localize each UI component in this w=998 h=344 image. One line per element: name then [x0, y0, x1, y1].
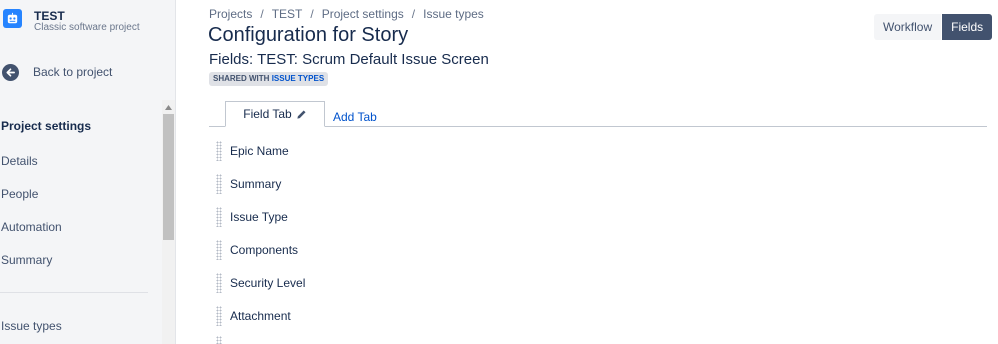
sidebar-item-details[interactable]: Details [1, 154, 38, 168]
tab-field-tab[interactable]: Field Tab [225, 101, 325, 127]
sidebar-item-summary[interactable]: Summary [1, 253, 52, 267]
project-type: Classic software project [34, 22, 140, 33]
drag-handle-icon[interactable] [216, 207, 222, 227]
drag-handle-icon[interactable] [216, 240, 222, 260]
breadcrumb: Projects / TEST / Project settings / Iss… [209, 7, 484, 21]
pencil-icon[interactable] [296, 109, 307, 120]
back-to-project-label: Back to project [33, 65, 113, 79]
scroll-up-arrow-icon[interactable] [162, 102, 175, 112]
shared-with-badge: SHARED WITH ISSUE TYPES [209, 72, 329, 86]
sidebar-divider [0, 292, 148, 293]
sidebar: TEST Classic software project Back to pr… [0, 0, 176, 344]
fields-button[interactable]: Fields [942, 14, 993, 40]
screen-subtitle: Fields: TEST: Scrum Default Issue Screen [209, 51, 489, 68]
sidebar-item-automation[interactable]: Automation [1, 220, 62, 234]
field-row[interactable]: Security Level [216, 273, 305, 293]
drag-handle-icon[interactable] [216, 336, 222, 344]
drag-handle-icon[interactable] [216, 306, 222, 326]
drag-handle-icon[interactable] [216, 273, 222, 293]
sidebar-item-issue-types[interactable]: Issue types [1, 319, 62, 333]
workflow-button[interactable]: Workflow [874, 14, 942, 40]
breadcrumb-separator: / [310, 7, 314, 21]
field-label: Security Level [230, 276, 306, 290]
field-row[interactable]: Issue Type [216, 207, 288, 227]
breadcrumb-project-settings[interactable]: Project settings [322, 7, 404, 21]
back-to-project-link[interactable]: Back to project [2, 62, 112, 82]
field-row[interactable]: Components [216, 240, 298, 260]
breadcrumb-test[interactable]: TEST [272, 7, 303, 21]
arrow-left-icon [2, 63, 19, 81]
shared-issue-types-link[interactable]: ISSUE TYPES [272, 74, 324, 83]
tab-label: Field Tab [243, 107, 292, 121]
field-label: Issue Type [230, 210, 288, 224]
project-settings-heading: Project settings [1, 119, 92, 133]
field-label: Epic Name [230, 144, 289, 158]
field-label: Components [230, 243, 299, 257]
field-row[interactable]: Epic Name [216, 141, 289, 161]
view-switch: Workflow Fields [874, 14, 993, 40]
field-row[interactable]: Attachment [216, 306, 291, 326]
drag-handle-icon[interactable] [216, 141, 222, 161]
field-label: Attachment [230, 309, 291, 323]
shared-with-prefix: SHARED WITH [213, 74, 270, 83]
tabs-underline [209, 126, 987, 127]
breadcrumb-issue-types[interactable]: Issue types [423, 7, 484, 21]
sidebar-item-people[interactable]: People [1, 187, 38, 201]
project-name[interactable]: TEST [34, 9, 65, 23]
field-row[interactable]: Summary [216, 174, 281, 194]
sidebar-scrollbar[interactable] [162, 100, 175, 344]
breadcrumb-separator: / [411, 7, 416, 21]
breadcrumb-projects[interactable]: Projects [209, 7, 252, 21]
project-avatar-icon[interactable] [3, 9, 22, 28]
scrollbar-thumb[interactable] [163, 114, 174, 240]
field-label: Summary [230, 177, 282, 191]
add-tab-link[interactable]: Add Tab [333, 110, 377, 124]
field-row-partial[interactable] [216, 336, 222, 344]
page-title: Configuration for Story [208, 24, 409, 46]
breadcrumb-separator: / [260, 7, 264, 21]
drag-handle-icon[interactable] [216, 174, 222, 194]
